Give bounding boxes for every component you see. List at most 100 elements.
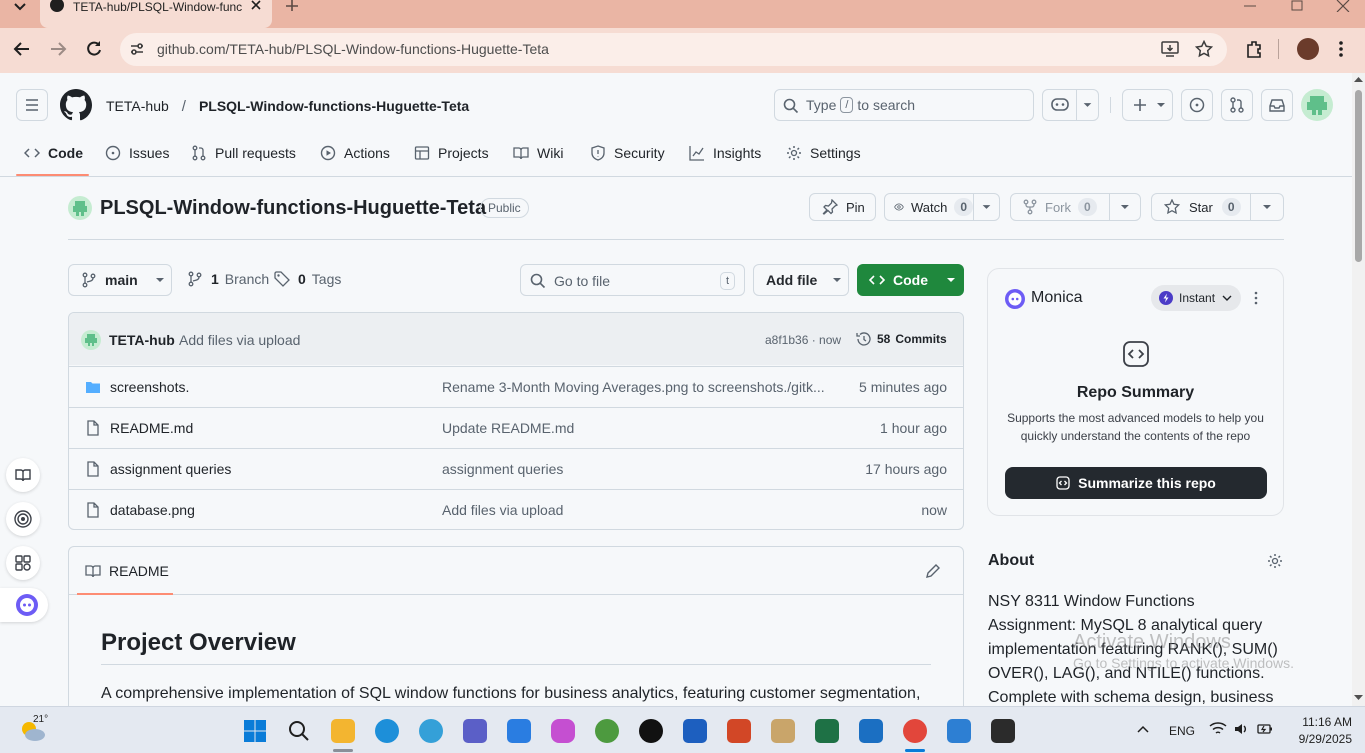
terminal-icon[interactable] [991,719,1015,743]
copilot-button[interactable] [1042,89,1099,121]
page-scrollbar[interactable] [1352,73,1365,706]
dock-broadcast-button[interactable] [6,502,40,536]
address-bar[interactable]: github.com/TETA-hub/PLSQL-Window-functio… [120,33,1227,66]
network-app-icon[interactable] [419,719,443,743]
star-button[interactable]: Star 0 [1151,193,1284,221]
teams-icon[interactable] [463,719,487,743]
repo-title[interactable]: PLSQL-Window-functions-Huguette-Teta [100,197,486,220]
repo-owner-avatar[interactable] [68,196,92,220]
reload-icon[interactable] [85,40,103,58]
excel-icon[interactable] [815,719,839,743]
pull-requests-shortcut-button[interactable] [1221,89,1253,121]
tab-pull-requests[interactable]: Pull requests [191,137,296,169]
commit-hash-time[interactable]: a8f1b36 · now [765,333,841,347]
file-name[interactable]: database.png [110,502,195,518]
powerpoint-icon[interactable] [727,719,751,743]
user-avatar[interactable] [1301,89,1333,121]
close-window-icon[interactable] [1336,0,1350,12]
tab-projects[interactable]: Projects [414,137,489,169]
dock-monica-button[interactable] [0,588,48,622]
tags-link[interactable]: 0 Tags [274,271,341,287]
branch-select-button[interactable]: main [68,264,172,296]
tab-security[interactable]: Security [590,137,665,169]
github-logo-icon[interactable] [60,89,92,121]
forward-arrow-icon[interactable] [49,40,67,58]
new-tab-icon[interactable] [284,0,300,14]
wifi-icon[interactable] [1209,721,1227,737]
monica-mode-select[interactable]: Instant [1151,285,1242,311]
tab-code[interactable]: Code [24,137,83,169]
clock-date[interactable]: 9/29/2025 [1284,732,1352,746]
tab-insights[interactable]: Insights [689,137,761,169]
table-row[interactable]: assignment queries assignment queries 17… [69,448,963,489]
breadcrumb-repo[interactable]: PLSQL-Window-functions-Huguette-Teta [199,98,469,114]
file-name[interactable]: README.md [110,420,193,436]
scrollbar-thumb[interactable] [1355,90,1362,262]
add-file-button[interactable]: Add file [753,264,849,296]
volume-icon[interactable] [1233,721,1249,737]
scroll-up-arrow-icon[interactable] [1354,76,1363,82]
scroll-down-arrow-icon[interactable] [1354,695,1363,701]
tab-settings[interactable]: Settings [786,137,861,169]
browser-menu-icon[interactable] [1338,40,1344,58]
store-icon[interactable] [507,719,531,743]
file-explorer-icon[interactable] [331,719,355,743]
tab-search-chevron-icon[interactable] [10,0,30,14]
start-windows-icon[interactable] [243,719,267,743]
language-indicator[interactable]: ENG [1169,724,1195,738]
table-row[interactable]: database.png Add files via upload now [69,489,963,530]
file-commit-message[interactable]: Update README.md [442,420,832,436]
extensions-icon[interactable] [1244,39,1264,59]
profile-avatar[interactable] [1297,38,1319,60]
url-text[interactable]: github.com/TETA-hub/PLSQL-Window-functio… [157,41,549,57]
search-input[interactable]: Type / to search [774,89,1034,121]
watch-button[interactable]: Watch 0 [884,193,1000,221]
tab-wiki[interactable]: Wiki [513,137,563,169]
edit-pencil-icon[interactable] [925,563,941,579]
breadcrumb-owner[interactable]: TETA-hub [106,98,169,114]
commit-message[interactable]: Add files via upload [179,332,300,348]
commit-author[interactable]: TETA-hub [109,332,175,348]
turtle-app-icon[interactable] [595,719,619,743]
table-row[interactable]: README.md Update README.md 1 hour ago [69,407,963,448]
issues-shortcut-button[interactable] [1181,89,1213,121]
install-app-icon[interactable] [1161,40,1179,58]
file-commit-message[interactable]: Add files via upload [442,502,832,518]
summarize-repo-button[interactable]: Summarize this repo [1005,467,1267,499]
restore-window-icon[interactable] [1291,0,1303,12]
hamburger-menu-button[interactable] [16,89,48,121]
create-new-button[interactable] [1122,89,1173,121]
about-gear-icon[interactable] [1267,553,1283,569]
star-chevron-down-icon[interactable] [1251,194,1283,220]
tab-actions[interactable]: Actions [320,137,390,169]
clock-time[interactable]: 11:16 AM [1290,715,1352,729]
table-row[interactable]: screenshots. Rename 3-Month Moving Avera… [69,366,963,407]
back-arrow-icon[interactable] [13,40,31,58]
browser-tab[interactable]: TETA-hub/PLSQL-Window-func [40,0,272,28]
edge-browser-icon[interactable] [375,719,399,743]
readme-tab[interactable]: README [85,563,169,579]
game-app-icon[interactable] [771,719,795,743]
monica-more-icon[interactable] [1253,290,1259,306]
commits-link[interactable]: 58 Commits [856,331,947,347]
fork-button[interactable]: Fork 0 [1010,193,1141,221]
file-commit-message[interactable]: assignment queries [442,461,832,477]
tab-issues[interactable]: Issues [105,137,169,169]
pin-button[interactable]: Pin [809,193,876,221]
photos-icon[interactable] [947,719,971,743]
fork-chevron-down-icon[interactable] [1110,194,1140,220]
notepad-icon[interactable] [859,719,883,743]
watch-chevron-down-icon[interactable] [974,194,999,220]
battery-icon[interactable] [1257,721,1273,737]
commit-author-avatar[interactable] [81,330,101,350]
bookmark-star-icon[interactable] [1195,40,1213,58]
file-name[interactable]: screenshots. [110,379,189,395]
file-commit-message[interactable]: Rename 3-Month Moving Averages.png to sc… [442,379,832,395]
chrome-icon[interactable] [903,719,927,743]
inbox-button[interactable] [1261,89,1293,121]
branches-link[interactable]: 1 Branch [187,271,269,287]
code-dropdown-button[interactable]: Code [857,264,964,296]
go-to-file-input[interactable]: Go to file t [520,264,745,296]
dock-apps-button[interactable] [6,546,40,580]
taskbar-search-icon[interactable] [287,719,311,743]
